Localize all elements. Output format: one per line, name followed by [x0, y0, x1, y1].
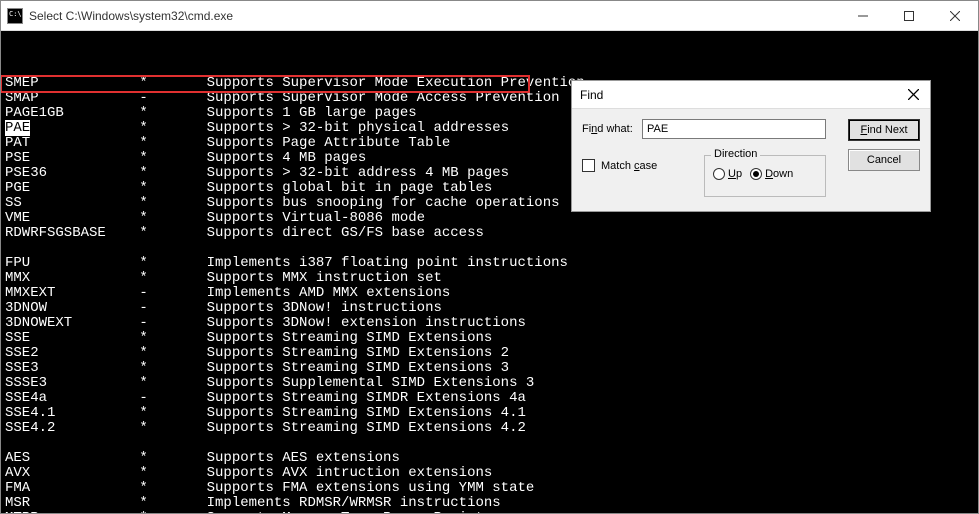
window-title: Select C:\Windows\system32\cmd.exe [29, 9, 840, 23]
find-what-input[interactable] [642, 119, 826, 139]
find-close-button[interactable] [904, 86, 922, 104]
cmd-window: Select C:\Windows\system32\cmd.exe SMEP … [0, 0, 979, 514]
window-controls [840, 1, 978, 30]
terminal-row: SSE4.2 * Supports Streaming SIMD Extensi… [5, 421, 974, 436]
match-case-label: Match case [601, 160, 657, 172]
find-next-button[interactable]: Find Next [848, 119, 920, 141]
maximize-button[interactable] [886, 1, 932, 30]
terminal-row: SSE3 * Supports Streaming SIMD Extension… [5, 361, 974, 376]
close-button[interactable] [932, 1, 978, 30]
terminal-row: SSE4a - Supports Streaming SIMDR Extensi… [5, 391, 974, 406]
direction-group: Direction Up Down [704, 155, 826, 197]
terminal-row: AES * Supports AES extensions [5, 451, 974, 466]
terminal-row: VME * Supports Virtual-8086 mode [5, 211, 974, 226]
find-title: Find [580, 88, 904, 102]
terminal-row: SSE2 * Supports Streaming SIMD Extension… [5, 346, 974, 361]
find-what-label: Find what: [582, 123, 642, 135]
terminal-row: MSR * Implements RDMSR/WRMSR instruction… [5, 496, 974, 511]
search-highlight-box [1, 75, 530, 93]
radio-icon [713, 168, 725, 180]
terminal-row [5, 436, 974, 451]
minimize-button[interactable] [840, 1, 886, 30]
selected-text: PAE [5, 120, 30, 136]
terminal-row: FMA * Supports FMA extensions using YMM … [5, 481, 974, 496]
terminal-row: 3DNOWEXT - Supports 3DNow! extension ins… [5, 316, 974, 331]
find-dialog[interactable]: Find Find what: Find Next Cancel Match c… [571, 80, 931, 212]
terminal-row: MTRR * Supports Memory Type Range Regist… [5, 511, 974, 513]
terminal-row: 3DNOW - Supports 3DNow! instructions [5, 301, 974, 316]
match-case-checkbox[interactable] [582, 159, 595, 172]
direction-up-radio[interactable]: Up [713, 168, 742, 180]
find-titlebar[interactable]: Find [572, 81, 930, 109]
find-body: Find what: Find Next Cancel Match case D… [572, 109, 930, 211]
terminal-row: SSE4.1 * Supports Streaming SIMD Extensi… [5, 406, 974, 421]
titlebar[interactable]: Select C:\Windows\system32\cmd.exe [1, 1, 978, 31]
terminal-row: AVX * Supports AVX intruction extensions [5, 466, 974, 481]
terminal-row: MMXEXT - Implements AMD MMX extensions [5, 286, 974, 301]
terminal-row [5, 241, 974, 256]
direction-label: Direction [711, 148, 760, 160]
terminal-row: FPU * Implements i387 floating point ins… [5, 256, 974, 271]
direction-down-radio[interactable]: Down [750, 168, 793, 180]
cancel-button[interactable]: Cancel [848, 149, 920, 171]
cmd-icon [7, 8, 23, 24]
terminal-row: SSSE3 * Supports Supplemental SIMD Exten… [5, 376, 974, 391]
terminal-row: SSE * Supports Streaming SIMD Extensions [5, 331, 974, 346]
terminal-row: RDWRFSGSBASE * Supports direct GS/FS bas… [5, 226, 974, 241]
terminal-row: MMX * Supports MMX instruction set [5, 271, 974, 286]
radio-icon [750, 168, 762, 180]
